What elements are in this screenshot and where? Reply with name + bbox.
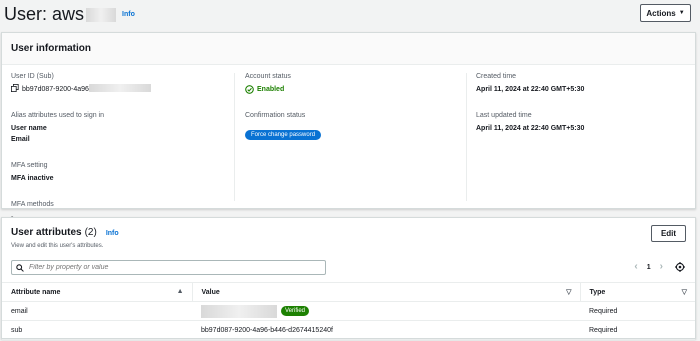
table-row: email Verified Required	[2, 301, 695, 321]
user-attributes-description: View and edit this user's attributes.	[11, 243, 104, 249]
column-header-attribute-name[interactable]: Attribute name ▲	[2, 282, 192, 302]
redacted-username	[86, 7, 117, 22]
user-attributes-header: User attributes (2) Info View and edit t…	[2, 218, 695, 282]
alias-value-username: User name	[11, 125, 47, 132]
settings-icon[interactable]	[675, 262, 685, 272]
column-header-label: Type	[589, 288, 606, 296]
updated-time-label: Last updated time	[476, 112, 532, 119]
mfa-setting-value: MFA inactive	[11, 175, 54, 182]
pagination: ‹ 1 ›	[634, 262, 685, 272]
check-circle-icon	[245, 85, 254, 94]
alias-field: Alias attributes used to sign in User na…	[11, 112, 236, 145]
actions-button-label: Actions	[646, 8, 676, 18]
created-time-label: Created time	[476, 73, 517, 80]
sort-asc-icon: ▲	[176, 288, 184, 295]
chevron-left-icon[interactable]: ‹	[634, 262, 637, 272]
confirmation-status-label: Confirmation status	[245, 112, 306, 119]
alias-value-email: Email	[11, 136, 30, 143]
search-input[interactable]	[29, 264, 319, 271]
actions-button[interactable]: Actions ▼	[640, 4, 691, 22]
column-header-label: Value	[201, 288, 220, 296]
verified-badge: Verified	[281, 306, 310, 316]
user-attributes-title-row: User attributes (2) Info	[11, 227, 686, 238]
header-info-link[interactable]: Info	[122, 11, 135, 18]
info-column-3: Created time April 11, 2024 at 22:40 GMT…	[466, 73, 691, 201]
page-header: User: aws Info Actions ▼	[0, 0, 700, 30]
cell-value: Verified	[192, 301, 580, 321]
user-attributes-count: (2)	[84, 227, 97, 238]
account-status-field: Account status Enabled	[245, 73, 459, 95]
table-row: sub bb97d087-9200-4a96-b446-d2674415240f…	[2, 320, 695, 340]
cell-value: bb97d087-9200-4a96-b446-d2674415240f	[192, 320, 580, 340]
search-box[interactable]	[11, 260, 326, 275]
updated-time-value: April 11, 2024 at 22:40 GMT+5:30	[476, 125, 585, 132]
account-status-label: Account status	[245, 73, 291, 80]
mfa-methods-label: MFA methods	[11, 201, 54, 208]
page-title-text: User: aws	[4, 4, 85, 24]
user-information-panel: User information User ID (Sub) bb97d087-…	[1, 32, 696, 221]
created-time-value: April 11, 2024 at 22:40 GMT+5:30	[476, 86, 585, 93]
created-time-field: Created time April 11, 2024 at 22:40 GMT…	[476, 73, 691, 95]
confirmation-status-field: Confirmation status Force change passwor…	[245, 112, 459, 141]
info-column-1: User ID (Sub) bb97d087-9200-4a96 Alias a…	[11, 73, 236, 221]
user-attributes-panel: User attributes (2) Info View and edit t…	[1, 217, 696, 340]
user-id-label: User ID (Sub)	[11, 73, 54, 80]
mfa-setting-label: MFA setting	[11, 162, 48, 169]
user-id-value: bb97d087-9200-4a96	[22, 86, 89, 93]
redacted-user-id	[88, 84, 151, 92]
updated-time-field: Last updated time April 11, 2024 at 22:4…	[476, 112, 691, 134]
user-information-body: User ID (Sub) bb97d087-9200-4a96 Alias a…	[2, 65, 695, 221]
search-icon	[16, 263, 24, 272]
caret-down-icon: ▼	[678, 10, 685, 16]
cell-type: Required	[580, 301, 695, 321]
cell-attribute-name: email	[2, 301, 192, 321]
copy-icon[interactable]	[11, 84, 19, 92]
account-status-value-row: Enabled	[245, 84, 459, 95]
mfa-setting-field: MFA setting MFA inactive	[11, 162, 236, 184]
cell-type: Required	[580, 320, 695, 340]
alias-label: Alias attributes used to sign in	[11, 112, 104, 119]
user-id-value-row: bb97d087-9200-4a96	[11, 84, 236, 95]
table-header-row: Attribute name ▲ Value ▽ Type ▽	[2, 282, 695, 302]
user-information-header: User information	[2, 33, 695, 65]
confirmation-status-badge: Force change password	[245, 130, 322, 140]
user-id-field: User ID (Sub) bb97d087-9200-4a96	[11, 73, 236, 95]
redacted-email-value	[201, 304, 277, 318]
page-number[interactable]: 1	[647, 264, 651, 271]
edit-button[interactable]: Edit	[651, 225, 686, 242]
attributes-table: Attribute name ▲ Value ▽ Type ▽ email Verif…	[2, 282, 695, 340]
column-header-type[interactable]: Type ▽	[579, 282, 695, 302]
user-attributes-title: User attributes	[11, 227, 82, 238]
info-column-2: Account status Enabled Confirmation stat…	[234, 73, 459, 201]
cell-attribute-name: sub	[2, 320, 192, 340]
sort-icon: ▽	[566, 289, 572, 296]
sort-icon: ▽	[681, 289, 687, 296]
chevron-right-icon[interactable]: ›	[660, 262, 663, 272]
page-title: User: aws Info	[4, 4, 135, 25]
account-status-value: Enabled	[257, 86, 285, 93]
user-information-title: User information	[11, 43, 92, 54]
column-header-label: Attribute name	[11, 288, 61, 296]
column-header-value[interactable]: Value ▽	[191, 282, 580, 302]
user-attributes-info-link[interactable]: Info	[106, 230, 119, 237]
